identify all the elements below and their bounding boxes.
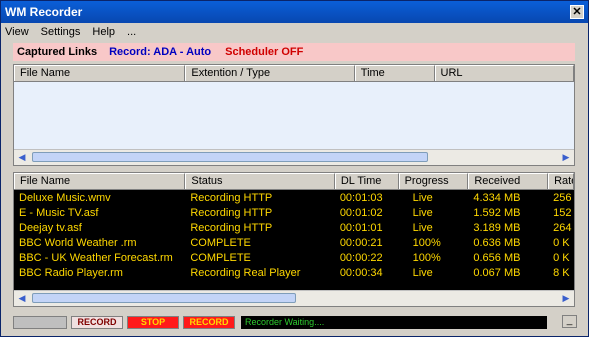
cell-rate: 264 <box>553 222 572 234</box>
captured-links-table[interactable]: File Name Extention / Type Time URL ◀ ▶ <box>13 64 575 166</box>
recordings-table[interactable]: File Name Status DL Time Progress Receiv… <box>13 172 575 307</box>
cell-status: Recording Real Player <box>190 267 301 279</box>
status-banner: Captured Links Record: ADA - Auto Schedu… <box>13 43 575 61</box>
cell-file-name: Deejay tv.asf <box>19 222 82 234</box>
cell-rate: 0 K <box>553 237 570 249</box>
menu-help[interactable]: Help <box>92 26 115 38</box>
window-title: WM Recorder <box>5 5 83 19</box>
cell-rate: 8 K <box>553 267 570 279</box>
app-window: WM Recorder ✕ View Settings Help ... Cap… <box>0 0 589 337</box>
column-header-file-name[interactable]: File Name <box>14 173 186 189</box>
links-table-header: File Name Extention / Type Time URL <box>14 65 574 82</box>
links-table-body[interactable] <box>14 82 574 150</box>
close-button[interactable]: ✕ <box>570 5 584 19</box>
scroll-left-icon[interactable]: ◀ <box>15 292 29 305</box>
cell-status: Recording HTTP <box>190 207 273 219</box>
cell-dl-time: 00:00:21 <box>339 237 383 249</box>
menu-bar: View Settings Help ... <box>1 23 588 41</box>
cell-dl-time: 00:00:22 <box>339 252 383 264</box>
cell-received: 0.656 MB <box>473 252 521 264</box>
cell-dl-time: 00:01:02 <box>339 207 383 219</box>
cell-progress: 100% <box>412 252 441 264</box>
cell-dl-time: 00:01:01 <box>339 222 383 234</box>
record-button[interactable]: RECORD <box>71 315 123 329</box>
menu-view[interactable]: View <box>5 26 29 38</box>
table-row[interactable]: Deejay tv.asf Recording HTTP 00:01:01 Li… <box>14 221 574 236</box>
recorder-status-text: Recorder Waiting.... <box>241 315 547 329</box>
cell-file-name: BBC Radio Player.rm <box>19 267 123 279</box>
record-mode-label: Record: ADA - Auto <box>109 46 212 58</box>
scroll-thumb[interactable] <box>32 293 296 303</box>
stop-button[interactable]: STOP <box>127 315 179 329</box>
cell-status: COMPLETE <box>190 237 251 249</box>
scroll-right-icon[interactable]: ▶ <box>559 292 573 305</box>
links-horizontal-scrollbar[interactable]: ◀ ▶ <box>14 149 574 165</box>
cell-rate: 0 K <box>553 252 570 264</box>
column-header-progress[interactable]: Progress <box>398 173 469 189</box>
minimize-button[interactable]: _ <box>562 315 577 328</box>
blank-button[interactable] <box>13 315 67 329</box>
column-header-dl-time[interactable]: DL Time <box>334 173 399 189</box>
cell-received: 0.067 MB <box>473 267 521 279</box>
menu-more[interactable]: ... <box>127 26 136 38</box>
table-row[interactable]: BBC World Weather .rm COMPLETE 00:00:21 … <box>14 236 574 251</box>
cell-file-name: BBC World Weather .rm <box>19 237 137 249</box>
title-bar[interactable]: WM Recorder ✕ <box>1 1 588 23</box>
table-row[interactable]: Deluxe Music.wmv Recording HTTP 00:01:03… <box>14 191 574 206</box>
column-header-file-name[interactable]: File Name <box>14 65 186 81</box>
cell-status: Recording HTTP <box>190 222 273 234</box>
scroll-thumb[interactable] <box>32 152 428 162</box>
cell-file-name: Deluxe Music.wmv <box>19 192 111 204</box>
cell-progress: 100% <box>412 237 441 249</box>
table-row[interactable]: BBC Radio Player.rm Recording Real Playe… <box>14 266 574 281</box>
column-header-status[interactable]: Status <box>185 173 335 189</box>
cell-progress: Live <box>412 222 433 234</box>
cell-rate: 152 <box>553 207 572 219</box>
table-row[interactable]: BBC - UK Weather Forecast.rm COMPLETE 00… <box>14 251 574 266</box>
cell-dl-time: 00:01:03 <box>339 192 383 204</box>
captured-links-label: Captured Links <box>17 46 98 58</box>
control-bar: RECORD STOP RECORD Recorder Waiting.... <box>13 315 581 329</box>
cell-status: COMPLETE <box>190 252 251 264</box>
cell-dl-time: 00:00:34 <box>339 267 383 279</box>
cell-progress: Live <box>412 192 433 204</box>
cell-file-name: E - Music TV.asf <box>19 207 99 219</box>
cell-rate: 256 <box>553 192 572 204</box>
column-header-received[interactable]: Received <box>468 173 549 189</box>
column-header-extension-type[interactable]: Extention / Type <box>185 65 355 81</box>
cell-file-name: BBC - UK Weather Forecast.rm <box>19 252 173 264</box>
column-header-time[interactable]: Time <box>354 65 435 81</box>
cell-received: 3.189 MB <box>473 222 521 234</box>
recordings-table-header: File Name Status DL Time Progress Receiv… <box>14 173 574 190</box>
table-row[interactable]: E - Music TV.asf Recording HTTP 00:01:02… <box>14 206 574 221</box>
cell-received: 0.636 MB <box>473 237 521 249</box>
cell-progress: Live <box>412 267 433 279</box>
scroll-left-icon[interactable]: ◀ <box>15 151 29 164</box>
menu-settings[interactable]: Settings <box>41 26 81 38</box>
column-header-url[interactable]: URL <box>434 65 574 81</box>
column-header-rate[interactable]: Rate <box>548 173 574 189</box>
cell-status: Recording HTTP <box>190 192 273 204</box>
recordings-horizontal-scrollbar[interactable]: ◀ ▶ <box>14 290 574 306</box>
cell-progress: Live <box>412 207 433 219</box>
scroll-right-icon[interactable]: ▶ <box>559 151 573 164</box>
cell-received: 1.592 MB <box>473 207 521 219</box>
cell-received: 4.334 MB <box>473 192 521 204</box>
scheduler-label: Scheduler OFF <box>225 46 304 58</box>
record-active-button[interactable]: RECORD <box>183 315 235 329</box>
